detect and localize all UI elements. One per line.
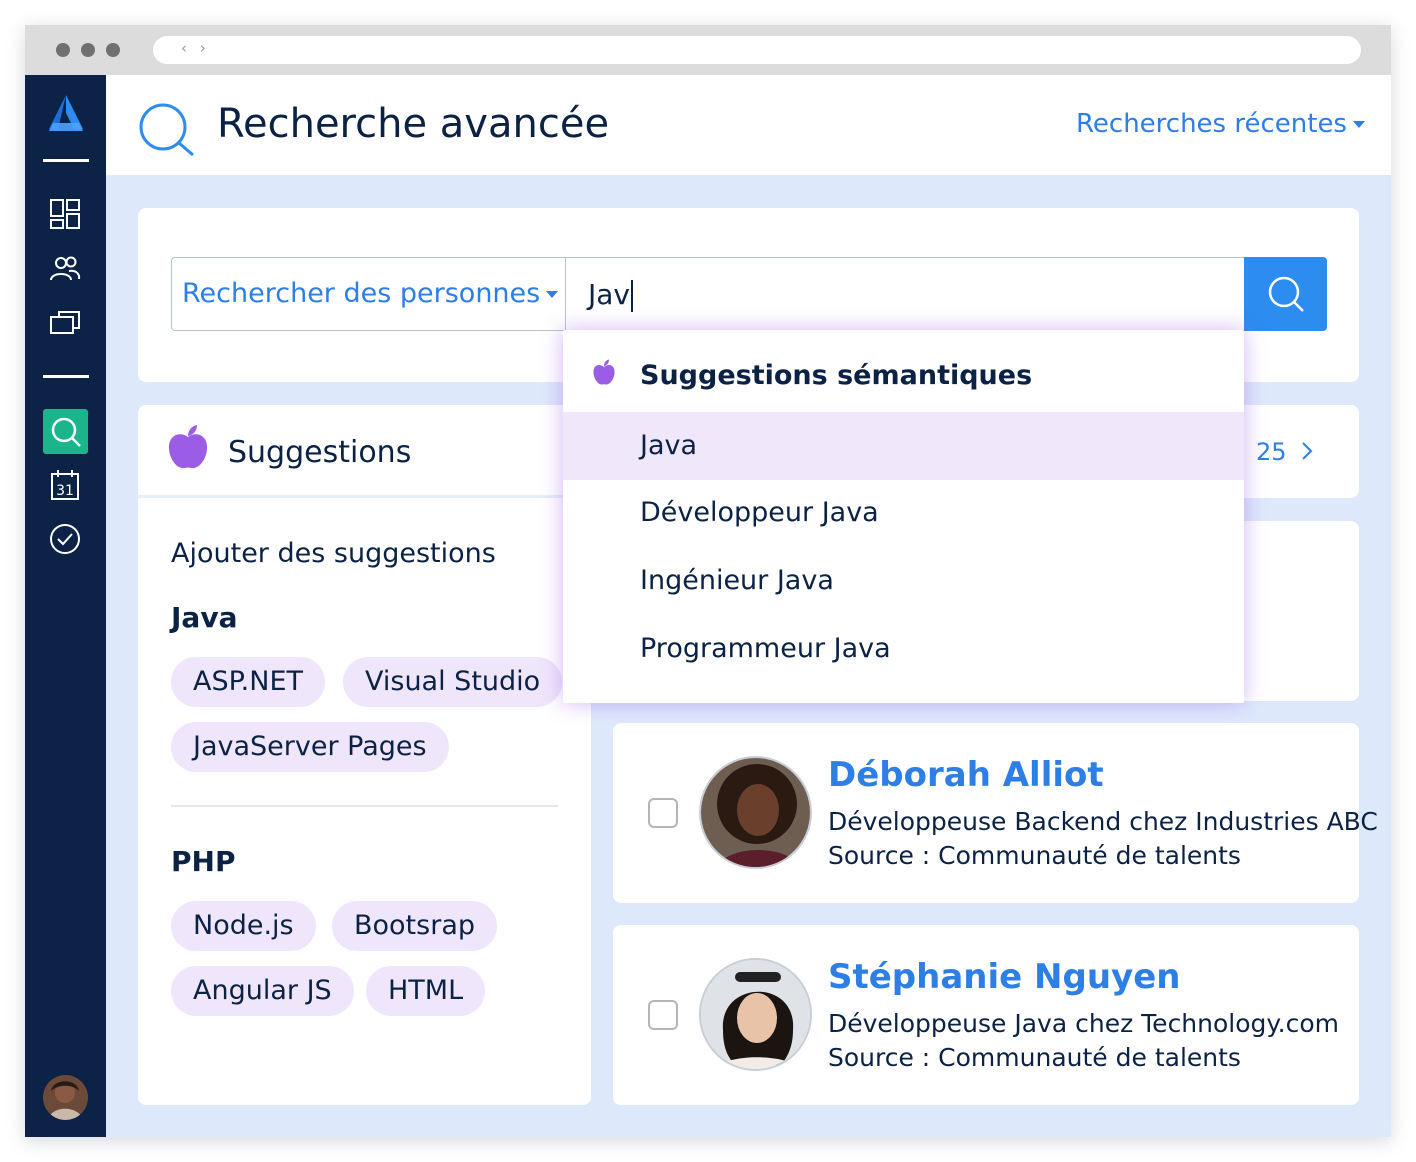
suggestion-chip[interactable]: Angular JS bbox=[171, 966, 354, 1016]
logo-icon[interactable] bbox=[47, 93, 85, 133]
text-cursor bbox=[631, 280, 633, 312]
dropdown-option[interactable]: Développeur Java bbox=[563, 479, 1244, 547]
divider bbox=[138, 495, 591, 498]
sidebar-item-people[interactable] bbox=[47, 251, 83, 287]
results-count: 25 bbox=[1256, 438, 1287, 466]
chevron-right-icon[interactable] bbox=[1299, 441, 1315, 461]
person-source: Source : Communauté de talents bbox=[828, 841, 1241, 870]
search-input[interactable]: Jav bbox=[565, 257, 1245, 331]
suggestions-title: Suggestions bbox=[228, 435, 412, 470]
person-name-link[interactable]: Déborah Alliot bbox=[828, 755, 1104, 795]
search-query-text: Jav bbox=[588, 278, 630, 311]
suggestion-chip[interactable]: Node.js bbox=[171, 901, 316, 951]
person-role: Développeuse Backend chez Industries ABC bbox=[828, 807, 1378, 836]
sidebar-item-tasks[interactable] bbox=[47, 521, 83, 557]
jobs-icon bbox=[50, 311, 80, 334]
sidebar-item-search[interactable] bbox=[43, 409, 88, 454]
sidebar-item-jobs[interactable] bbox=[47, 305, 83, 341]
dropdown-title: Suggestions sémantiques bbox=[640, 360, 1033, 391]
search-icon bbox=[139, 103, 194, 157]
dropdown-option[interactable]: Ingénieur Java bbox=[563, 547, 1244, 615]
suggestions-panel: Suggestions Ajouter des suggestions Java… bbox=[138, 405, 591, 1105]
svg-text:31: 31 bbox=[56, 483, 74, 499]
apple-icon bbox=[168, 425, 208, 469]
page-title: Recherche avancée bbox=[217, 101, 610, 147]
window-dot[interactable] bbox=[106, 43, 120, 57]
avatar[interactable] bbox=[699, 756, 812, 869]
result-card: Stéphanie Nguyen Développeuse Java chez … bbox=[613, 925, 1359, 1105]
check-circle-icon bbox=[50, 524, 80, 554]
person-name-link[interactable]: Stéphanie Nguyen bbox=[828, 957, 1180, 997]
suggestion-group-title: Java bbox=[171, 601, 238, 634]
suggestion-chip[interactable]: ASP.NET bbox=[171, 657, 326, 707]
sidebar-item-dashboard[interactable] bbox=[47, 196, 83, 232]
search-icon bbox=[1268, 276, 1304, 312]
window-dot[interactable] bbox=[56, 43, 70, 57]
recent-searches-dropdown[interactable]: Recherches récentes bbox=[1076, 109, 1365, 139]
user-avatar[interactable] bbox=[43, 1075, 88, 1120]
avatar-image bbox=[701, 960, 810, 1069]
browser-chrome: ‹ › bbox=[25, 25, 1391, 75]
apple-icon bbox=[593, 359, 615, 385]
dropdown-option[interactable]: Programmeur Java bbox=[563, 615, 1244, 683]
select-checkbox[interactable] bbox=[648, 1000, 678, 1030]
semantic-suggestions-dropdown: Suggestions sémantiques Java Développeur… bbox=[563, 330, 1244, 703]
avatar-image bbox=[701, 758, 810, 867]
page-header: Recherche avancée Recherches récentes bbox=[106, 75, 1391, 175]
window-dot[interactable] bbox=[81, 43, 95, 57]
search-scope-select[interactable]: Rechercher des personnes bbox=[171, 257, 565, 331]
avatar[interactable] bbox=[699, 958, 812, 1071]
suggestion-chip[interactable]: JavaServer Pages bbox=[171, 722, 449, 772]
calendar-icon: 31 bbox=[51, 470, 79, 500]
suggestion-chip[interactable]: Bootsrap bbox=[332, 901, 497, 951]
sidebar-divider bbox=[43, 375, 89, 378]
people-icon bbox=[50, 256, 81, 281]
result-card: Déborah Alliot Développeuse Backend chez… bbox=[613, 723, 1378, 903]
caret-down-icon bbox=[546, 291, 559, 298]
person-source: Source : Communauté de talents bbox=[828, 1043, 1241, 1072]
person-role: Développeuse Java chez Technology.com bbox=[828, 1009, 1339, 1038]
dashboard-icon bbox=[50, 199, 80, 229]
recent-searches-label: Recherches récentes bbox=[1076, 109, 1347, 139]
nav-arrows-icon[interactable]: ‹ › bbox=[181, 39, 210, 57]
search-scope-label: Rechercher des personnes bbox=[182, 278, 541, 309]
address-bar[interactable]: ‹ › bbox=[153, 36, 1361, 64]
add-suggestions-label: Ajouter des suggestions bbox=[171, 538, 496, 569]
search-button[interactable] bbox=[1244, 257, 1327, 331]
divider bbox=[171, 805, 558, 807]
caret-down-icon bbox=[1352, 121, 1365, 128]
dropdown-option[interactable]: Java bbox=[563, 412, 1244, 480]
sidebar: 31 bbox=[25, 75, 106, 1137]
browser-window: ‹ › 31 Recherche avancée Recherches réce… bbox=[25, 25, 1391, 1137]
suggestion-chip[interactable]: HTML bbox=[366, 966, 486, 1016]
sidebar-divider bbox=[43, 159, 89, 162]
search-icon bbox=[51, 417, 81, 447]
suggestion-chip[interactable]: Visual Studio bbox=[343, 657, 563, 707]
sidebar-item-calendar[interactable]: 31 bbox=[47, 467, 83, 503]
user-avatar-image bbox=[43, 1075, 88, 1120]
suggestion-group-title: PHP bbox=[171, 845, 236, 878]
select-checkbox[interactable] bbox=[648, 798, 678, 828]
